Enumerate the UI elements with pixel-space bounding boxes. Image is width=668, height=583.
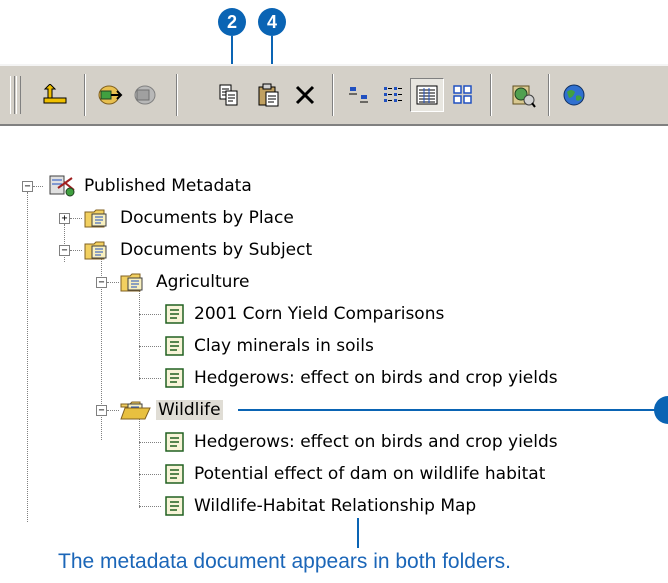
tree-connector — [139, 378, 161, 379]
tree-node-label: Hedgerows: effect on birds and crop yiel… — [194, 368, 558, 388]
tree-node-documents-by-place[interactable]: Documents by Place — [84, 206, 294, 230]
tree-node-label: Agriculture — [156, 272, 250, 292]
tree-connector — [139, 346, 161, 347]
tree-connector — [139, 314, 161, 315]
tree-node-document[interactable]: Potential effect of dam on wildlife habi… — [164, 462, 545, 486]
tree-connector — [139, 416, 140, 508]
wildlife-collapse-toggle[interactable]: − — [96, 405, 107, 416]
tree-connector — [70, 250, 82, 251]
tree-connector — [139, 474, 161, 475]
metadata-document-icon — [165, 432, 184, 452]
catalog-tree: − Published Metadata + Documents by Plac… — [0, 0, 668, 583]
metadata-document-icon — [165, 368, 184, 388]
tree-node-label: Documents by Subject — [120, 240, 313, 260]
tree-node-wildlife[interactable]: Wildlife — [120, 398, 223, 422]
tree-connector — [139, 506, 161, 507]
place-expand-toggle[interactable]: + — [59, 213, 70, 224]
metadata-server-icon — [49, 175, 75, 197]
metadata-document-icon — [165, 464, 184, 484]
caption-text: The metadata document appears in both fo… — [58, 550, 511, 573]
metadata-document-icon — [165, 496, 184, 516]
tree-node-label: Potential effect of dam on wildlife habi… — [194, 464, 546, 484]
tree-connector — [33, 186, 43, 187]
tree-node-label: Published Metadata — [84, 176, 252, 196]
subject-collapse-toggle[interactable]: − — [59, 245, 70, 256]
tree-node-document[interactable]: 2001 Corn Yield Comparisons — [164, 302, 444, 326]
tree-node-document[interactable]: Wildlife-Habitat Relationship Map — [164, 494, 476, 518]
tree-connector — [107, 410, 119, 411]
tree-node-documents-by-subject[interactable]: Documents by Subject — [84, 238, 312, 262]
metadata-document-icon — [165, 304, 184, 324]
tree-node-document[interactable]: Clay minerals in soils — [164, 334, 374, 358]
metadata-folder-icon — [84, 209, 107, 228]
agriculture-collapse-toggle[interactable]: − — [96, 277, 107, 288]
tree-connector — [64, 224, 65, 262]
tree-node-label: Clay minerals in soils — [194, 336, 374, 356]
wildlife-callout-line — [238, 409, 658, 411]
tree-connector — [107, 282, 119, 283]
tree-node-label: Wildlife-Habitat Relationship Map — [194, 496, 477, 516]
tree-node-agriculture[interactable]: Agriculture — [120, 270, 250, 294]
tree-node-label: Hedgerows: effect on birds and crop yiel… — [194, 432, 558, 452]
tree-connector — [27, 192, 28, 522]
tree-node-document[interactable]: Hedgerows: effect on birds and crop yiel… — [164, 366, 558, 390]
tree-connector — [139, 442, 161, 443]
metadata-folder-icon — [120, 273, 143, 292]
root-collapse-toggle[interactable]: − — [22, 181, 33, 192]
tree-node-label: Documents by Place — [120, 208, 294, 228]
open-metadata-folder-icon — [120, 401, 151, 420]
tree-node-label: Wildlife — [156, 400, 223, 420]
tree-node-label: 2001 Corn Yield Comparisons — [194, 304, 445, 324]
tree-connector — [139, 288, 140, 380]
caption-callout-line — [357, 518, 359, 548]
tree-node-document[interactable]: Hedgerows: effect on birds and crop yiel… — [164, 430, 558, 454]
metadata-document-icon — [165, 336, 184, 356]
metadata-folder-icon — [84, 241, 107, 260]
tree-node-published-metadata[interactable]: Published Metadata — [48, 174, 252, 198]
tree-connector — [70, 218, 82, 219]
